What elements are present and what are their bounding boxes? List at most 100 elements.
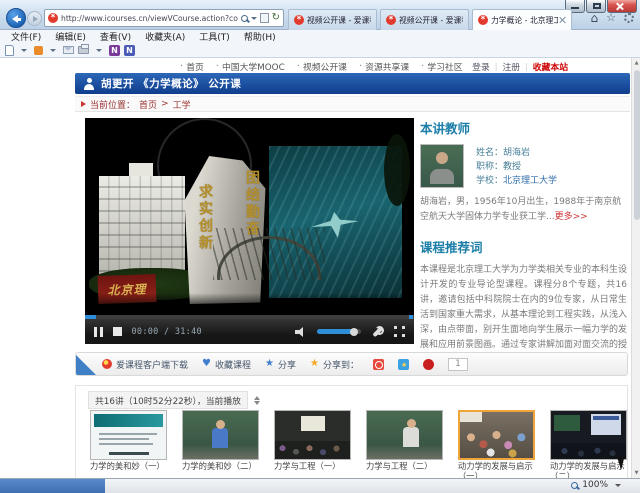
nav-shared-resources[interactable]: ·资源共享课: [359, 60, 409, 73]
sort-up-icon: [254, 396, 260, 400]
back-button[interactable]: [6, 8, 26, 28]
lecture-title-3[interactable]: 力学与工程（一）: [274, 461, 364, 471]
sina-weibo-icon[interactable]: [373, 359, 384, 370]
mail-icon[interactable]: [63, 46, 74, 54]
client-download-button[interactable]: 爱课程客户端下载: [102, 358, 188, 371]
bullet-icon: ·: [216, 61, 219, 72]
login-link[interactable]: 登录: [472, 60, 490, 73]
menu-help[interactable]: 帮助(H): [237, 30, 283, 43]
playlist-summary: 共16讲（10时52分22秒），当前播放: [88, 391, 248, 409]
renren-icon[interactable]: [423, 359, 434, 370]
menu-favorites[interactable]: 收藏夹(A): [138, 30, 192, 43]
settings-wrench-icon[interactable]: [371, 326, 384, 338]
bullet-icon: ·: [359, 61, 362, 72]
breadcrumb-category-link[interactable]: 工学: [173, 98, 191, 111]
bullet-icon: ·: [421, 61, 424, 72]
menu-file[interactable]: 文件(F): [4, 30, 48, 43]
breadcrumb-home-link[interactable]: 首页: [139, 98, 157, 111]
tab-favicon: *: [478, 15, 488, 25]
breadcrumb-arrow-icon: [81, 101, 86, 107]
lecture-thumb-2[interactable]: [182, 410, 259, 460]
teacher-title-row: 职称：教授: [476, 160, 557, 174]
lecture-title-1[interactable]: 力学的美和妙（一）: [90, 461, 180, 471]
fullscreen-icon[interactable]: [394, 326, 405, 337]
lecture-title-2[interactable]: 力学的美和妙（二）: [182, 461, 272, 471]
forward-button[interactable]: [27, 11, 42, 26]
time-display: 00:00 / 31:40: [132, 327, 202, 337]
address-dropdown-icon[interactable]: [251, 17, 257, 20]
tab-close-icon[interactable]: [558, 16, 566, 24]
nav-mooc[interactable]: ·中国大学MOOC: [216, 60, 285, 73]
volume-icon[interactable]: [295, 327, 307, 337]
course-banner: 胡更开 《力学概论》 公开课: [75, 73, 630, 94]
site-nav: ·首页 ·中国大学MOOC ·视频公开课 ·资源共享课 ·学习社区 登录 | 注…: [75, 59, 630, 73]
address-bar[interactable]: * http://www.icourses.cn/viewVCourse.act…: [44, 9, 284, 27]
lecture-thumb-4[interactable]: [366, 410, 443, 460]
breadcrumb-separator: >: [161, 99, 169, 109]
settings-gear-icon[interactable]: [624, 13, 634, 23]
zoom-dropdown-icon[interactable]: [615, 484, 621, 487]
heart-icon: ♥: [202, 359, 211, 369]
scrollbar-thumb[interactable]: [634, 70, 640, 220]
feeds-icon[interactable]: [34, 46, 43, 55]
player-controls: 00:00 / 31:40: [85, 315, 414, 344]
feeds-dropdown-icon[interactable]: [50, 49, 56, 52]
lecture-playlist: 共16讲（10时52分22秒），当前播放 力学的美和妙（一） 力学的美和妙（二）…: [75, 385, 628, 478]
bookmark-site-link[interactable]: 收藏本站: [533, 60, 568, 73]
video-vignette: [85, 293, 414, 315]
compatibility-view-icon[interactable]: [260, 13, 269, 23]
lecture-thumb-3[interactable]: [274, 410, 351, 460]
menu-edit[interactable]: 编辑(E): [48, 30, 93, 43]
stop-button[interactable]: [113, 327, 122, 336]
lecture-title-5[interactable]: 动力学的发展与启示（一）: [458, 461, 548, 478]
lecture-thumb-5-selected[interactable]: [458, 410, 535, 460]
nav-video-courses[interactable]: ·视频公开课: [297, 60, 347, 73]
favorite-course-button[interactable]: ♥ 收藏课程: [202, 358, 251, 371]
command-bar: N N: [0, 43, 640, 58]
refresh-icon[interactable]: ↻: [272, 13, 280, 23]
page-icon[interactable]: [5, 45, 14, 56]
qzone-icon[interactable]: [398, 359, 409, 370]
print-icon[interactable]: [78, 46, 89, 54]
favorites-star-icon[interactable]: ☆: [606, 12, 616, 24]
print-dropdown-icon[interactable]: [96, 49, 102, 52]
zoom-level: 100%: [582, 480, 608, 490]
share-button[interactable]: ★ 分享: [265, 358, 296, 371]
menu-view[interactable]: 查看(V): [93, 30, 138, 43]
more-link[interactable]: 更多>>: [555, 212, 588, 222]
volume-knob[interactable]: [350, 328, 358, 336]
zoom-control[interactable]: 100%: [571, 480, 624, 490]
nav-home[interactable]: ·首页: [180, 60, 204, 73]
teacher-bio: 胡海岩，男，1956年10月出生，1988年于南京航空航天大学固体力学专业获工学…: [420, 195, 625, 224]
page-scrollbar[interactable]: ▲ ▼: [631, 58, 640, 478]
menu-bar: 文件(F) 编辑(E) 查看(V) 收藏夹(A) 工具(T) 帮助(H): [0, 30, 640, 43]
url-text[interactable]: http://www.icourses.cn/viewVCourse.actio…: [61, 14, 238, 23]
scroll-up-icon[interactable]: ▲: [633, 60, 640, 66]
sort-toggle[interactable]: [254, 396, 260, 405]
tab-video-open-course-1[interactable]: * 视频公开课 - 爱课程: [288, 9, 377, 30]
scroll-down-icon[interactable]: ▼: [633, 470, 640, 476]
page-dropdown-icon[interactable]: [21, 49, 27, 52]
school-link[interactable]: 北京理工大学: [503, 176, 557, 186]
volume-slider[interactable]: [317, 329, 361, 334]
search-icon[interactable]: [241, 15, 248, 22]
lecture-thumb-6[interactable]: [550, 410, 627, 460]
pause-button[interactable]: [94, 327, 103, 337]
breadcrumb-label: 当前位置：: [90, 98, 135, 111]
teacher-school-row: 学校：北京理工大学: [476, 174, 557, 188]
lecture-title-4[interactable]: 力学与工程（二）: [366, 461, 456, 471]
onenote-linked-icon[interactable]: N: [124, 45, 135, 56]
sort-down-icon: [254, 401, 260, 405]
browser-chrome: * http://www.icourses.cn/viewVCourse.act…: [0, 0, 640, 30]
onenote-icon[interactable]: N: [109, 45, 120, 56]
separator: |: [525, 62, 528, 71]
course-sidebar: 本讲教师 姓名：胡海岩 职称：教授 学校：北京理工大学 胡海岩，男，1956年1…: [420, 118, 630, 348]
nav-community[interactable]: ·学习社区: [421, 60, 462, 73]
home-icon[interactable]: ⌂: [591, 12, 599, 24]
register-link[interactable]: 注册: [502, 60, 520, 73]
menu-tools[interactable]: 工具(T): [192, 30, 237, 43]
campus-main-building: [99, 176, 185, 280]
lecture-thumb-1[interactable]: [90, 410, 167, 460]
tab-mechanics-course-active[interactable]: * 力学概论 - 北京理工大...: [472, 9, 572, 30]
tab-video-open-course-2[interactable]: * 视频公开课 - 爱课程: [380, 9, 469, 30]
